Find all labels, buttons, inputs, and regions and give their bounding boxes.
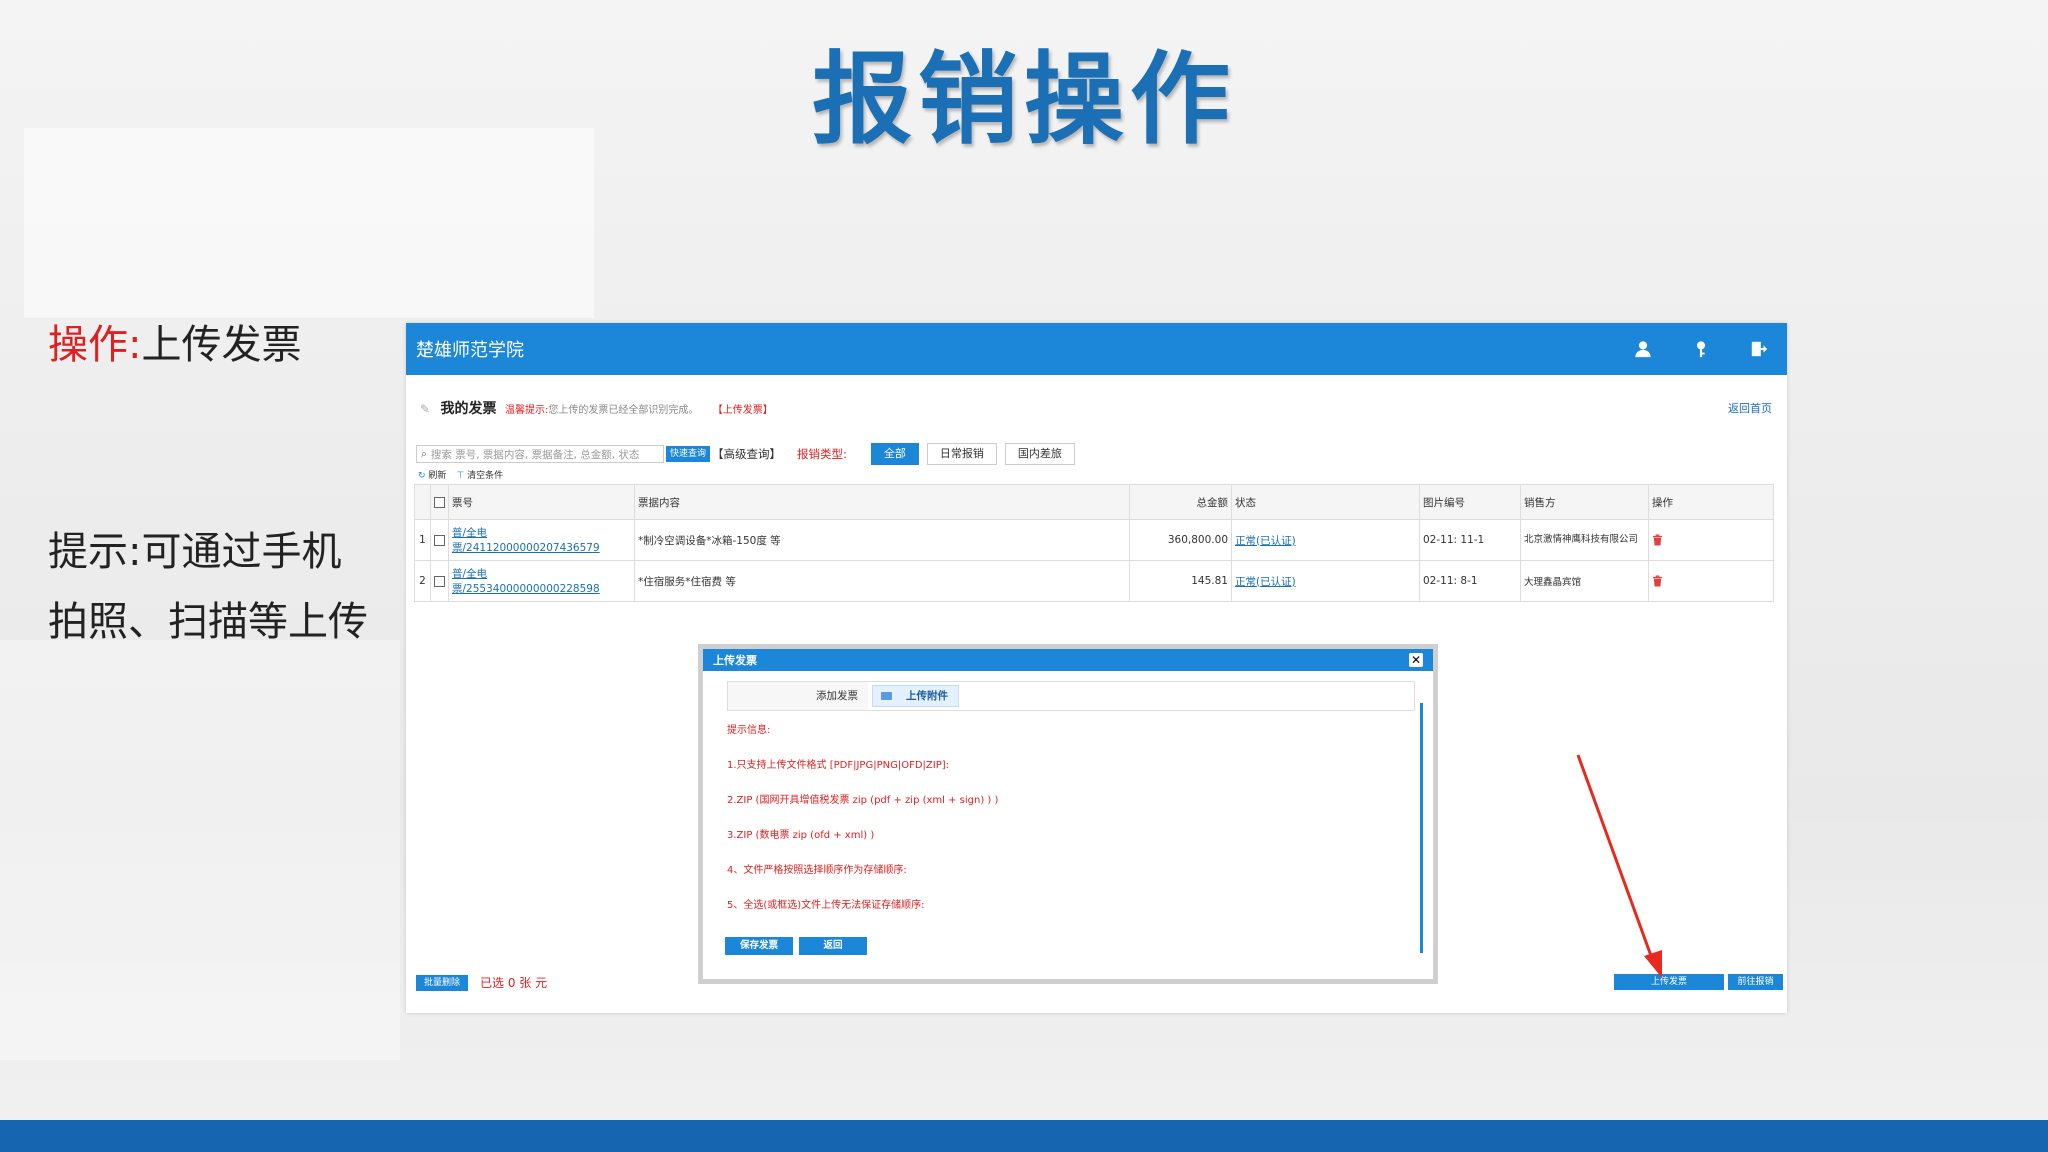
clear-conditions-button[interactable]: ⊤ 清空条件 — [456, 468, 503, 481]
modal-header: 上传发票 ✕ — [703, 649, 1433, 671]
select-all-checkbox[interactable] — [430, 484, 449, 520]
add-invoice-row: 添加发票 上传附件 — [727, 681, 1415, 711]
delete-icon[interactable] — [1652, 575, 1663, 587]
image-number: 02-11: 8-1 — [1419, 560, 1521, 602]
column-header: 总金额 — [1129, 484, 1232, 520]
tips-title: 提示信息: — [727, 725, 771, 736]
modal-body: 添加发票 上传附件 提示信息: 1.只支持上传文件格式 [PDF|JPG|PNG… — [711, 671, 1425, 969]
sub-actions: ↻ 刷新 ⊤ 清空条件 — [418, 468, 503, 481]
home-link[interactable]: 返回首页 — [1728, 400, 1772, 416]
column-header: 票据内容 — [634, 484, 1130, 520]
modal-scrollbar[interactable] — [1420, 703, 1423, 953]
footer-left: 批量删除 已选 0 张 元 — [416, 974, 547, 991]
search-icon: ⌕ — [421, 447, 427, 460]
upload-attachment-button[interactable]: 上传附件 — [872, 685, 959, 707]
invoice-table: 票号 票据内容 总金额 状态 图片编号 销售方 操作 1 普/全电票/24112… — [414, 484, 1774, 602]
upload-attachment-label: 上传附件 — [906, 690, 948, 702]
row-index: 2 — [414, 560, 431, 602]
bottom-bar — [0, 1120, 2048, 1152]
add-invoice-label: 添加发票 — [728, 682, 868, 710]
reimburse-type-label: 报销类型: — [797, 447, 847, 461]
checkbox[interactable] — [434, 575, 445, 587]
brand-name: 楚雄师范学院 — [416, 340, 524, 361]
filter-icon: ⊤ — [456, 471, 465, 481]
tips-block: 提示信息: 1.只支持上传文件格式 [PDF|JPG|PNG|OFD|ZIP]:… — [727, 713, 998, 923]
seller-name: 北京激情神鹰科技有限公司 — [1520, 519, 1649, 561]
ticket-link[interactable]: 普/全电票/25534000000000228598 — [452, 568, 600, 595]
header-icons — [1633, 339, 1769, 359]
tab-daily[interactable]: 日常报销 — [926, 443, 997, 465]
ticket-status-link[interactable]: 正常(已认证) — [1235, 576, 1296, 588]
column-header: 图片编号 — [1419, 484, 1521, 520]
upload-modal: 上传发票 ✕ 添加发票 上传附件 提示信息: 1.只支持上传文件格式 [PDF|… — [698, 644, 1438, 984]
folder-icon — [881, 692, 892, 700]
tab-domestic-travel[interactable]: 国内差旅 — [1004, 443, 1075, 465]
advanced-search-link[interactable]: 【高级查询】 — [712, 446, 781, 462]
checkbox[interactable] — [434, 496, 445, 508]
save-invoice-button[interactable]: 保存发票 — [725, 937, 793, 955]
tip-item: 5、全选(或框选)文件上传无法保证存储顺序: — [727, 900, 925, 911]
search-placeholder: 搜索 票号, 票据内容, 票据备注, 总金额, 状态 — [430, 448, 640, 461]
row-checkbox[interactable] — [430, 519, 449, 561]
logout-icon[interactable] — [1749, 339, 1769, 359]
background-panel — [0, 640, 400, 1060]
table-row: 2 普/全电票/25534000000000228598 *住宿服务*住宿费 等… — [414, 560, 1774, 602]
ticket-amount: 360,800.00 — [1129, 519, 1232, 561]
refresh-label: 刷新 — [428, 471, 447, 481]
checkbox[interactable] — [434, 534, 445, 546]
table-row: 1 普/全电票/24112000000207436579 *制冷空调设备*冰箱-… — [414, 519, 1774, 561]
close-icon[interactable]: ✕ — [1409, 653, 1423, 667]
delete-icon[interactable] — [1652, 534, 1663, 546]
selected-count: 已选 0 张 元 — [480, 976, 548, 990]
tip-item: 3.ZIP (数电票 zip (ofd + xml) ) — [727, 830, 875, 841]
page-heading: ✎ 我的发票 温馨提示:您上传的发票已经全部识别完成。 【上传发票】 返回首页 — [420, 398, 1772, 418]
ticket-link[interactable]: 普/全电票/24112000000207436579 — [452, 527, 600, 554]
ticket-content: *住宿服务*住宿费 等 — [634, 560, 1130, 602]
refresh-icon: ↻ — [418, 471, 426, 481]
pointer-arrow — [1576, 754, 1662, 978]
operation-caption: 操作:上传发票 — [48, 310, 301, 380]
column-header: 状态 — [1231, 484, 1420, 520]
clear-label: 清空条件 — [467, 471, 504, 481]
tip-label: 温馨提示: — [504, 405, 549, 416]
tip-item: 4、文件严格按照选择顺序作为存储顺序: — [727, 865, 907, 876]
modal-title: 上传发票 — [713, 654, 757, 667]
app-header: 楚雄师范学院 — [406, 323, 1787, 375]
hint-line-2: 拍照、扫描等上传 — [48, 599, 368, 645]
ticket-status-link[interactable]: 正常(已认证) — [1235, 535, 1296, 547]
row-index: 1 — [414, 519, 431, 561]
pencil-icon: ✎ — [420, 402, 431, 416]
search-bar: ⌕ 搜索 票号, 票据内容, 票据备注, 总金额, 状态 快速查询 【高级查询】… — [416, 443, 1776, 465]
column-header — [414, 484, 431, 520]
table-header-row: 票号 票据内容 总金额 状态 图片编号 销售方 操作 — [414, 484, 1774, 520]
operation-value: 上传发票 — [141, 322, 302, 368]
batch-delete-button[interactable]: 批量删除 — [416, 974, 469, 991]
slide-title: 报销操作 — [812, 41, 1236, 158]
image-number: 02-11: 11-1 — [1419, 519, 1521, 561]
back-button[interactable]: 返回 — [799, 937, 867, 955]
user-icon[interactable] — [1633, 339, 1653, 359]
seller-name: 大理鑫晶宾馆 — [1520, 560, 1649, 602]
tip-text: 您上传的发票已经全部识别完成。 — [548, 405, 699, 416]
ticket-amount: 145.81 — [1129, 560, 1232, 602]
tab-all[interactable]: 全部 — [870, 443, 919, 465]
hint-caption: 提示:可通过手机 拍照、扫描等上传 — [48, 517, 368, 657]
tip-item: 1.只支持上传文件格式 [PDF|JPG|PNG|OFD|ZIP]: — [727, 760, 949, 771]
key-icon[interactable] — [1691, 339, 1711, 359]
go-reimburse-button[interactable]: 前往报销 — [1728, 974, 1783, 990]
ticket-content: *制冷空调设备*冰箱-150度 等 — [634, 519, 1130, 561]
quick-search-button[interactable]: 快速查询 — [666, 446, 711, 462]
page-title: 我的发票 — [440, 401, 497, 417]
operation-label: 操作: — [48, 322, 142, 368]
modal-actions: 保存发票 返回 — [725, 937, 867, 955]
tip-item: 2.ZIP (国网开具增值税发票 zip (pdf + zip (xml + s… — [727, 795, 999, 806]
upload-invoice-link[interactable]: 【上传发票】 — [713, 405, 773, 416]
column-header: 票号 — [448, 484, 635, 520]
column-header: 销售方 — [1520, 484, 1649, 520]
refresh-button[interactable]: ↻ 刷新 — [418, 468, 446, 481]
row-checkbox[interactable] — [430, 560, 449, 602]
search-input[interactable]: ⌕ 搜索 票号, 票据内容, 票据备注, 总金额, 状态 — [416, 445, 664, 463]
column-header: 操作 — [1648, 484, 1774, 520]
hint-line-1: 提示:可通过手机 — [48, 529, 342, 575]
